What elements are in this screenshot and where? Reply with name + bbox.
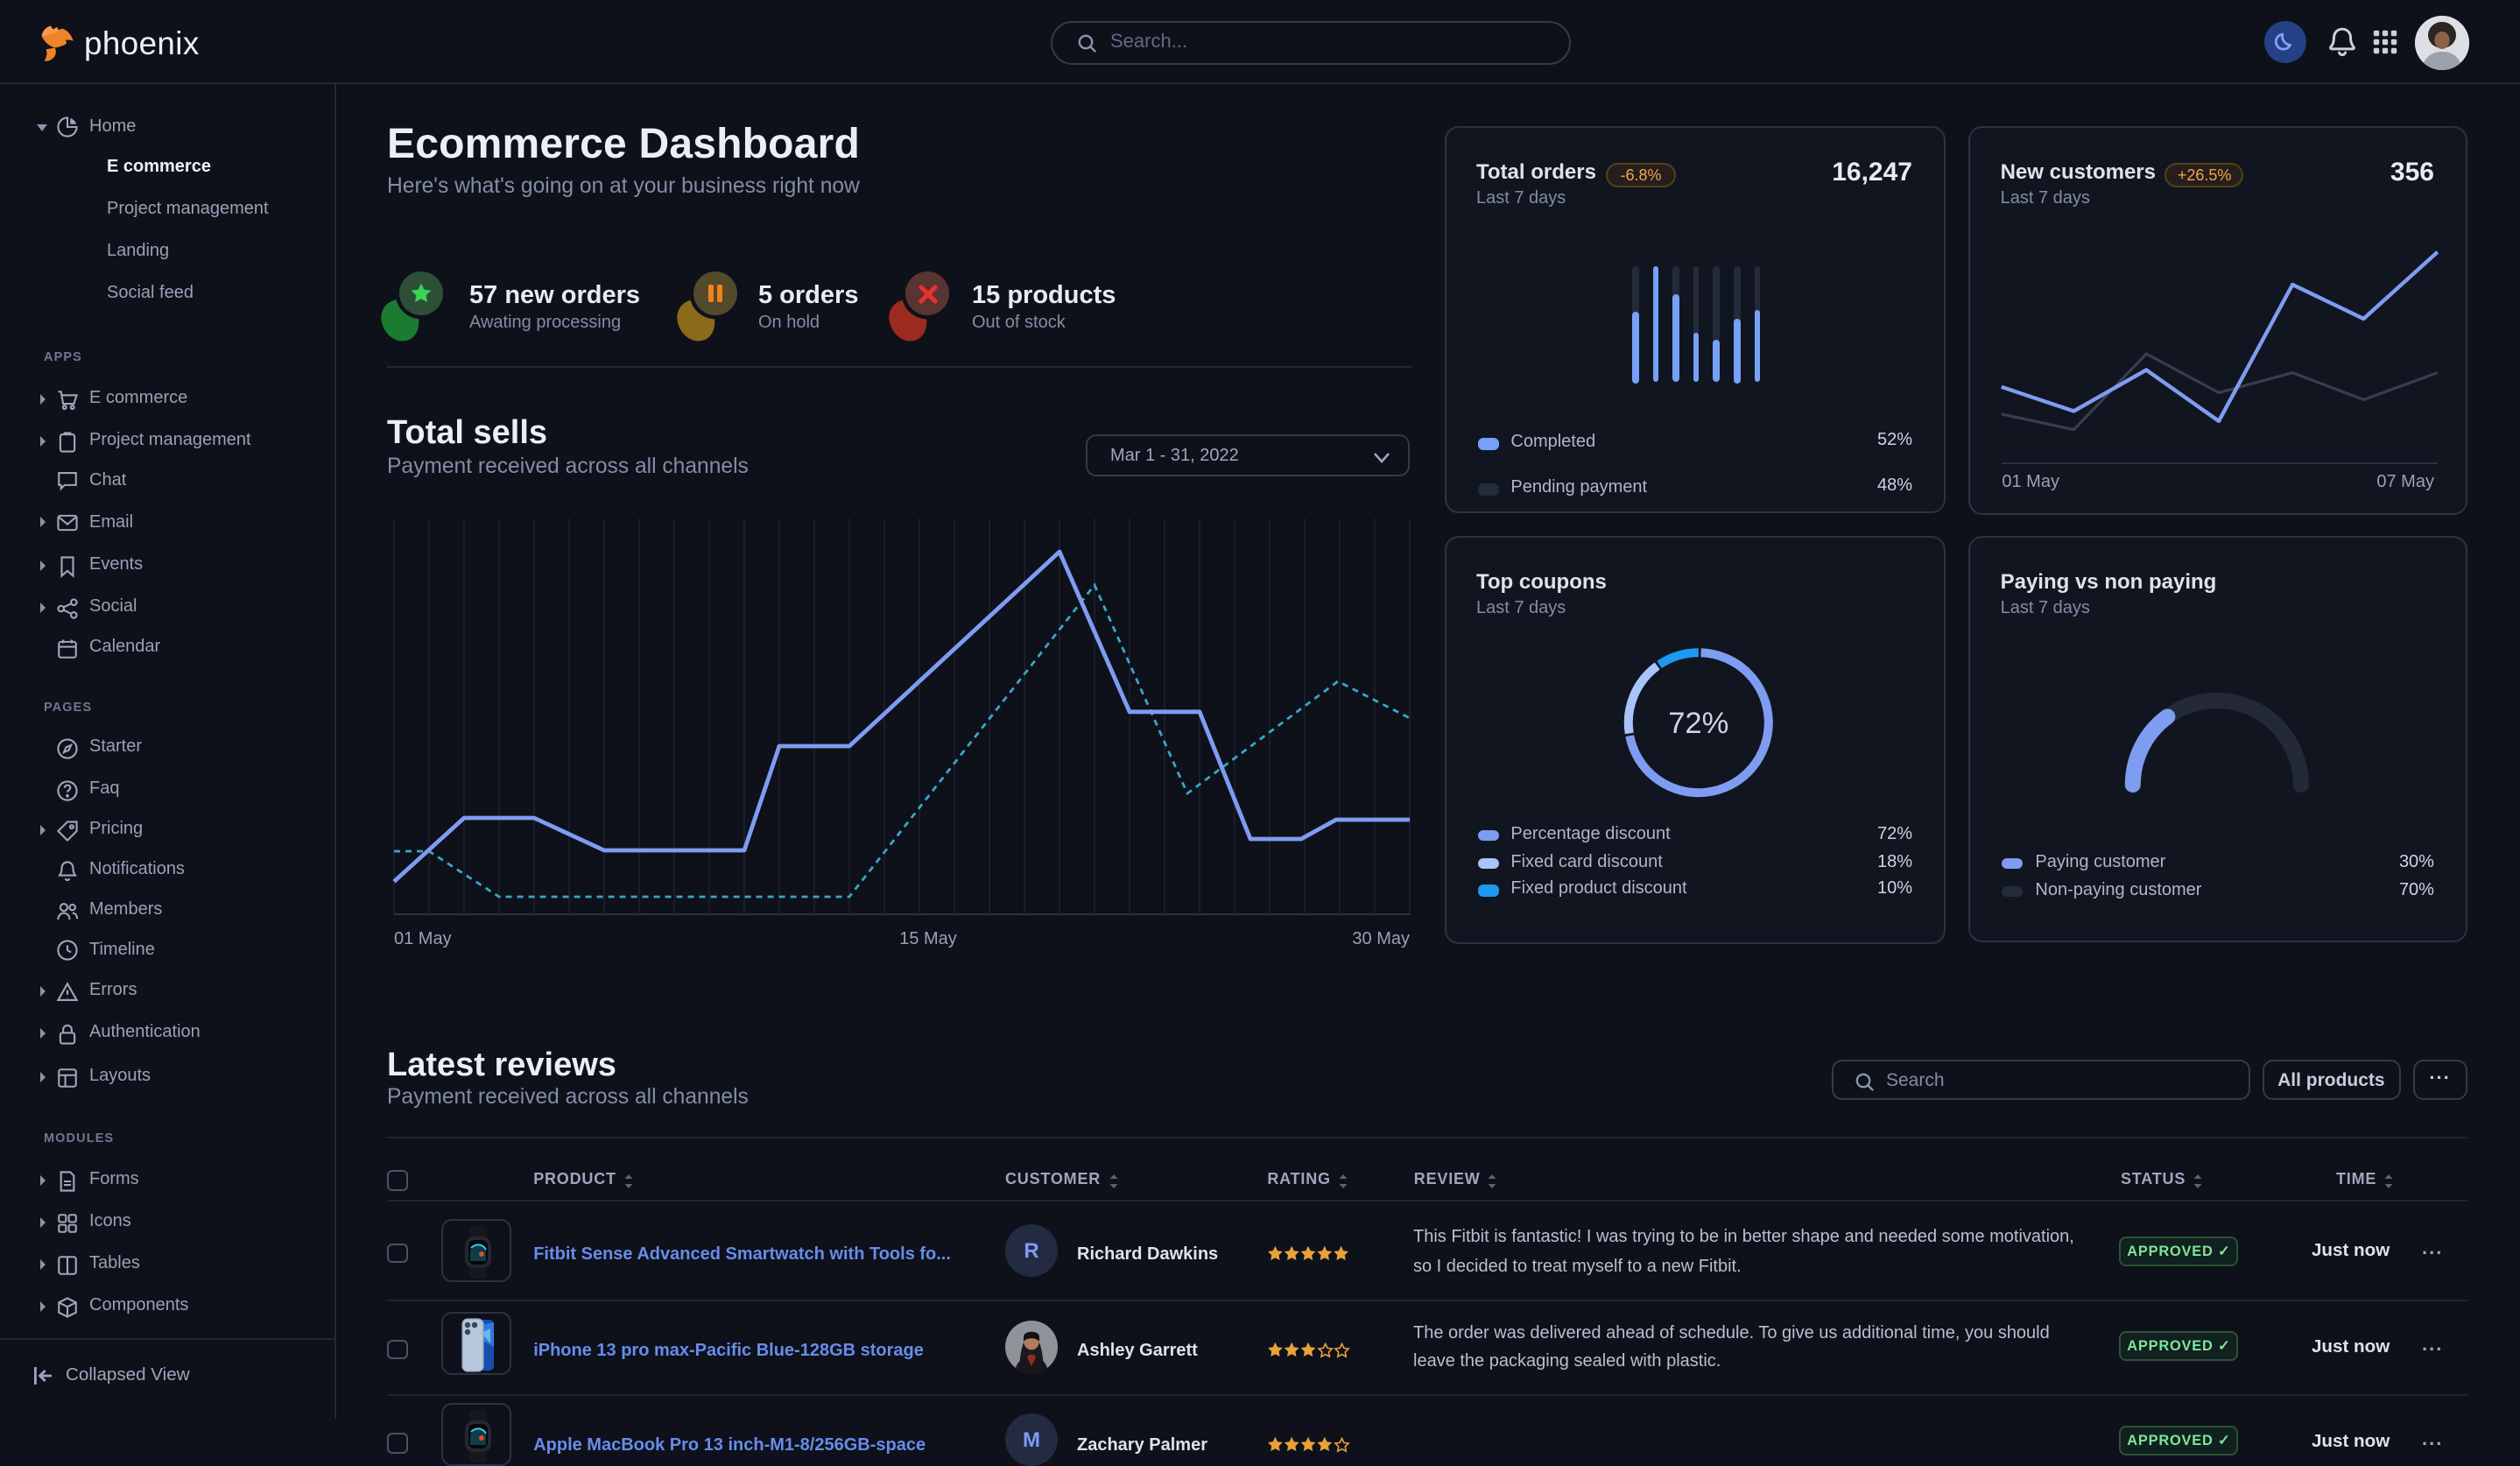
svg-text:15 May: 15 May: [899, 929, 957, 948]
svg-text:30 May: 30 May: [1352, 929, 1410, 948]
svg-text:01 May: 01 May: [394, 929, 452, 948]
svg-text:72%: 72%: [1668, 707, 1728, 740]
